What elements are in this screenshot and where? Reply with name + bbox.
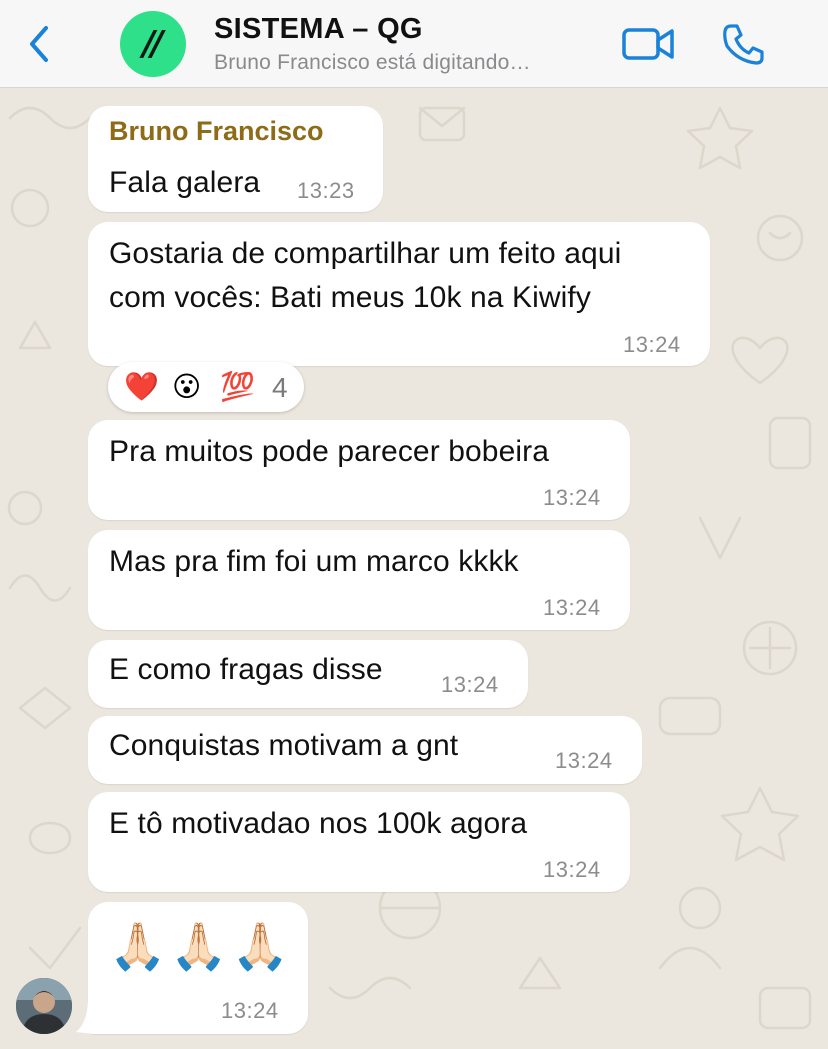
message-time: 13:24 [221, 998, 279, 1023]
message-bubble[interactable]: Pra muitos pode parecer bobeira 13:24 [88, 420, 630, 520]
message-text: E como fragas disse [109, 653, 383, 686]
person-avatar-icon [16, 978, 72, 1034]
chat-header: // SISTEMA – QG Bruno Francisco está dig… [0, 0, 828, 88]
message-time: 13:24 [441, 672, 499, 697]
typing-status: Bruno Francisco está digitando… [214, 51, 531, 74]
message-bubble[interactable]: Bruno Francisco Fala galera 13:23 [88, 106, 383, 212]
message-text: Pra muitos pode parecer bobeira [109, 435, 550, 468]
message-bubble[interactable]: 🙏🏻🙏🏻🙏🏻 13:24 [88, 902, 308, 1034]
message-text-line-1: Gostaria de compartilhar um feito aqui [109, 237, 622, 270]
message-emoji-text: 🙏🏻🙏🏻🙏🏻 [109, 920, 293, 972]
message-time: 13:23 [297, 178, 355, 203]
message-bubble[interactable]: Mas pra fim foi um marco kkkk 13:24 [88, 530, 630, 630]
hundred-points-reaction-icon: 💯 [220, 371, 255, 402]
reaction-count: 4 [272, 372, 288, 403]
message-bubble[interactable]: E tô motivadao nos 100k agora 13:24 [88, 792, 630, 892]
voice-call-button[interactable] [722, 22, 766, 66]
message-time: 13:24 [543, 485, 601, 510]
message-time: 13:24 [623, 332, 681, 357]
message-text: Fala galera [109, 166, 261, 199]
message-reactions[interactable]: ❤️ 😮 💯 4 [108, 362, 304, 412]
video-call-icon [622, 28, 674, 60]
chevron-left-icon [30, 26, 48, 62]
message-sender[interactable]: Bruno Francisco [109, 116, 324, 147]
sender-avatar[interactable] [16, 978, 72, 1034]
message-bubble[interactable]: E como fragas disse 13:24 [88, 640, 528, 708]
video-call-button[interactable] [622, 24, 676, 64]
surprised-face-reaction-icon: 😮 [172, 371, 202, 402]
back-button[interactable] [20, 24, 60, 64]
bubble-tail [76, 998, 94, 1034]
message-time: 13:24 [543, 857, 601, 882]
message-text-line-2: com vocês: Bati meus 10k na Kiwify [109, 281, 591, 314]
message-text: E tô motivadao nos 100k agora [109, 807, 528, 840]
message-text: Conquistas motivam a gnt [109, 729, 459, 762]
group-avatar[interactable]: // [120, 11, 186, 77]
heart-reaction-icon: ❤️ [124, 371, 159, 402]
message-text: Mas pra fim foi um marco kkkk [109, 545, 519, 578]
phone-icon [723, 24, 764, 65]
chat-title[interactable]: SISTEMA – QG [214, 13, 423, 46]
message-time: 13:24 [555, 748, 613, 773]
message-bubble[interactable]: Conquistas motivam a gnt 13:24 [88, 716, 642, 784]
group-avatar-text: // [142, 24, 164, 64]
message-time: 13:24 [543, 595, 601, 620]
message-bubble[interactable]: Gostaria de compartilhar um feito aqui c… [88, 222, 710, 366]
